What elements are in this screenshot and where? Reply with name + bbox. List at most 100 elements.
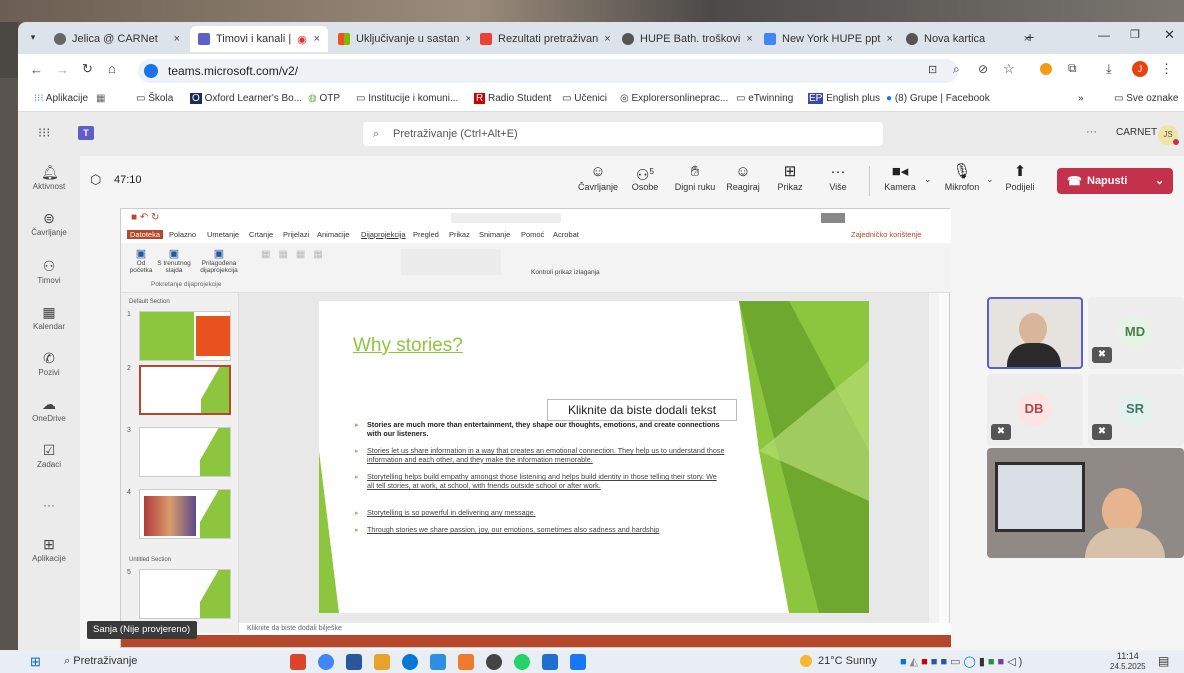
tab-ukljucivanje[interactable]: Uključivanje u sastan ×: [330, 26, 470, 52]
app-icon[interactable]: [486, 654, 502, 670]
install-icon[interactable]: ⊡: [928, 63, 937, 76]
tab-search-icon[interactable]: ▾: [26, 30, 40, 44]
chevron-down-icon[interactable]: ⌄: [986, 174, 994, 185]
word-icon[interactable]: [346, 654, 362, 670]
url-field[interactable]: teams.microsoft.com/v2/: [138, 59, 958, 83]
bookmark-oxford[interactable]: O Oxford Learner's Bo...: [190, 93, 302, 104]
raise-hand-button[interactable]: ✋︎ Digni ruku: [670, 162, 720, 192]
tab-jelica[interactable]: Jelica @ CARNet ×: [46, 26, 188, 52]
system-tray-icons[interactable]: ■◭■■■▭◯▮■■◁): [900, 655, 1025, 668]
close-window-icon[interactable]: ✕: [1164, 27, 1175, 43]
globe-icon: [54, 33, 66, 45]
rail-item-kalendar[interactable]: ▦ Kalendar: [18, 304, 80, 331]
close-icon[interactable]: ×: [314, 33, 320, 45]
explorer-icon[interactable]: [374, 654, 390, 670]
tab-new-york[interactable]: New York HUPE ppt ×: [756, 26, 896, 52]
rail-item-more[interactable]: ···: [18, 498, 80, 512]
close-icon[interactable]: ×: [604, 33, 610, 45]
rail-item-zadaci[interactable]: ☑︎ Zadaci: [18, 442, 80, 469]
home-icon[interactable]: ⌂: [108, 61, 116, 76]
bookmark-radio-student[interactable]: R Radio Student: [474, 93, 551, 104]
rail-item-onedrive[interactable]: ☁︎ OneDrive: [18, 396, 80, 423]
view-button[interactable]: ⊞ Prikaz: [770, 162, 810, 192]
grid-icon[interactable]: ▦: [96, 93, 105, 104]
bookmark-skola[interactable]: ▭ Škola: [136, 93, 173, 104]
more-actions-button[interactable]: ··· Više: [818, 162, 858, 192]
windows-start-icon[interactable]: ⊞: [30, 654, 41, 670]
bookmark-otp[interactable]: ◍ OTP: [308, 93, 340, 104]
tab-timovi[interactable]: Timovi i kanali | ◉ ×: [190, 26, 328, 52]
star-icon[interactable]: ☆: [1003, 61, 1015, 77]
taskbar-search[interactable]: ⌕ Pretraživanje: [64, 655, 137, 668]
rail-item-timovi[interactable]: ⚇ Timovi: [18, 258, 80, 285]
close-icon[interactable]: ×: [886, 33, 892, 45]
close-icon[interactable]: ×: [465, 33, 470, 45]
whatsapp-icon[interactable]: [514, 654, 530, 670]
tab-hupe-bath[interactable]: HUPE Bath. troškovi ×: [614, 26, 754, 52]
participant-tile-md[interactable]: MD ✖: [1088, 297, 1184, 369]
participant-tile-db[interactable]: DB ✖: [987, 374, 1083, 446]
site-info-icon[interactable]: [144, 64, 158, 78]
eye-off-icon[interactable]: ⊘: [978, 62, 988, 76]
forward-icon[interactable]: →: [56, 62, 69, 77]
weather-text[interactable]: 21°C Sunny: [818, 655, 877, 667]
chrome-icon[interactable]: [318, 654, 334, 670]
mic-button[interactable]: 🎙︎ Mikrofon: [938, 162, 986, 192]
minimize-icon[interactable]: —: [1098, 28, 1110, 42]
participant-video-tile-2[interactable]: [987, 448, 1184, 558]
onedrive-icon[interactable]: [430, 654, 446, 670]
tab-label: Rezultati pretraživan: [498, 33, 599, 45]
zoom-icon[interactable]: ⌕: [953, 62, 960, 77]
people-button[interactable]: ⚇5 Osobe: [626, 162, 664, 192]
reload-icon[interactable]: ↻: [82, 61, 93, 77]
bookmark-facebook[interactable]: ● (8) Grupe | Facebook: [886, 93, 990, 104]
puzzle-icon[interactable]: ⧉: [1068, 61, 1077, 76]
tab-nova-kartica[interactable]: Nova kartica ×: [898, 26, 1038, 52]
close-icon[interactable]: ×: [746, 33, 752, 45]
chevron-down-icon[interactable]: ⌄: [924, 174, 932, 185]
download-icon[interactable]: ⤓: [1106, 61, 1112, 77]
rail-item-aktivnost[interactable]: 🔔︎ Aktivnost: [18, 164, 80, 191]
participant-tile-sr[interactable]: SR ✖: [1088, 374, 1184, 446]
rail-item-pozivi[interactable]: ✆ Pozivi: [18, 350, 80, 377]
camera-button[interactable]: ■◂ Kamera: [876, 162, 924, 192]
background-monitor: [995, 462, 1085, 532]
edge-icon[interactable]: [402, 654, 418, 670]
kebab-menu-icon[interactable]: ⋮: [1160, 61, 1173, 77]
app-icon[interactable]: [458, 654, 474, 670]
grid-icon: ⊞: [783, 163, 797, 180]
notifications-icon[interactable]: ▤: [1158, 654, 1169, 668]
rail-item-cavrljanje[interactable]: ⊜ Čavrljanje: [18, 210, 80, 237]
chat-button[interactable]: ☺︎ Čavrljanje: [576, 162, 620, 192]
bookmark-apps[interactable]: ⁝⁝⁝ Aplikacije: [34, 93, 88, 104]
close-icon[interactable]: ×: [174, 33, 180, 45]
all-bookmarks[interactable]: ▭ Sve oznake: [1114, 93, 1179, 104]
search-input[interactable]: ⌕ Pretraživanje (Ctrl+Alt+E): [363, 122, 883, 146]
tab-rezultati[interactable]: Rezultati pretraživan ×: [472, 26, 612, 52]
tab-label: Timovi i kanali |: [216, 33, 292, 45]
profile-avatar[interactable]: J: [1132, 61, 1148, 77]
bookmark-explorers[interactable]: ◎ Explorersonlineprac...: [620, 93, 728, 104]
settings-more-button[interactable]: ···: [1086, 126, 1097, 138]
bookmark-ucenici[interactable]: ▭ Učenici: [562, 93, 607, 104]
extension-icon[interactable]: [1040, 63, 1052, 75]
clock-time: 11:14: [1116, 651, 1139, 661]
app-launcher-icon[interactable]: ⁝⁝⁝: [38, 125, 50, 141]
share-button[interactable]: ⬆ Podijeli: [1000, 162, 1040, 192]
clock[interactable]: 11:14 24.5.2025: [1110, 651, 1146, 671]
participant-video-tile[interactable]: [987, 297, 1083, 369]
maximize-icon[interactable]: ❐: [1130, 28, 1140, 41]
back-icon[interactable]: ←: [30, 62, 43, 77]
app-icon[interactable]: [290, 654, 306, 670]
rail-item-aplikacije[interactable]: ⊞ Aplikacije: [18, 536, 80, 563]
react-button[interactable]: ☺ Reagiraj: [722, 162, 764, 192]
new-tab-button[interactable]: +: [1026, 29, 1034, 45]
bookmark-english-plus[interactable]: EP English plus: [808, 93, 880, 104]
app-icon[interactable]: [570, 654, 586, 670]
app-icon[interactable]: [542, 654, 558, 670]
tab-label: Uključivanje u sastan: [356, 33, 460, 45]
leave-button[interactable]: ☎︎ Napusti ⌄: [1057, 168, 1173, 194]
bookmark-institucije[interactable]: ▭ Institucije i komuni...: [356, 93, 458, 104]
bookmark-etwinning[interactable]: ▭ eTwinning: [736, 93, 793, 104]
more-bookmarks-button[interactable]: »: [1078, 93, 1084, 104]
